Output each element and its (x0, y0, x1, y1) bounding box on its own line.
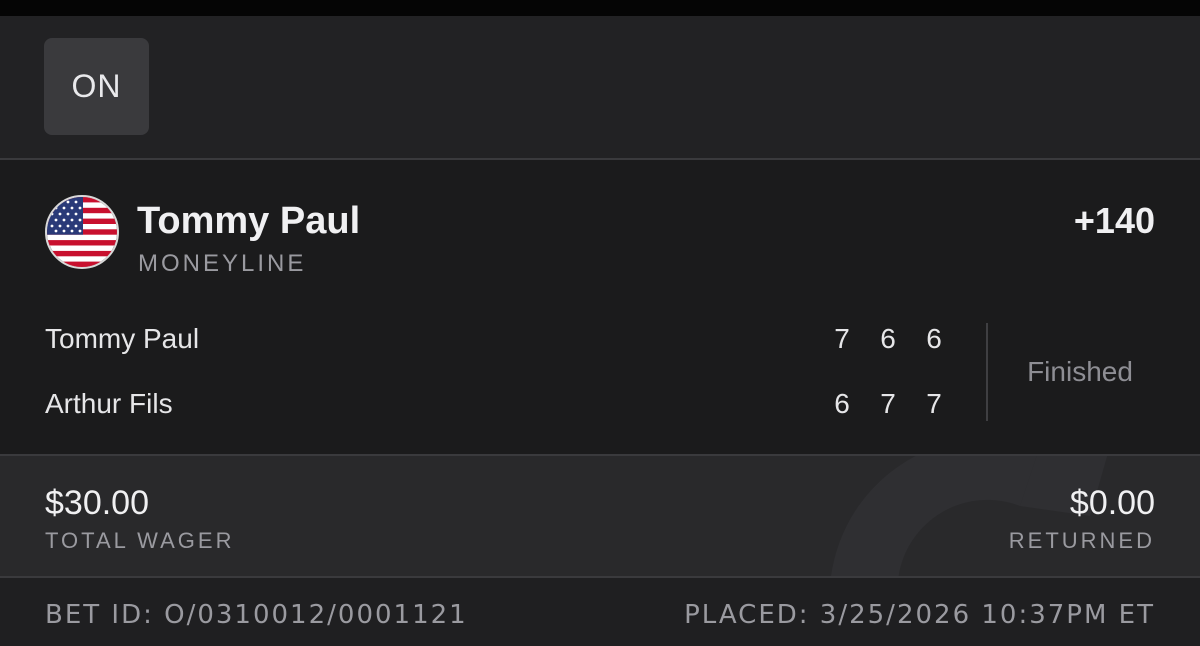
on-toggle-button[interactable]: ON (44, 38, 149, 135)
total-wager-label: TOTAL WAGER (45, 528, 235, 553)
odds-value: +140 (1073, 200, 1155, 241)
us-flag-icon (45, 195, 119, 269)
bet-id: BET ID: O/0310012/0001121 (45, 600, 468, 630)
scoreboard-player-1-name: Tommy Paul (45, 323, 200, 354)
bet-card: Tommy Paul MONEYLINE +140 Tommy Paul 7 6… (0, 160, 1200, 454)
player-2-set-1-score: 6 (834, 388, 850, 419)
placed-timestamp: PLACED: 3/25/2026 10:37PM ET (684, 600, 1155, 630)
player-1-set-3-score: 6 (926, 323, 942, 354)
returned-label: RETURNED (1008, 528, 1155, 553)
player-1-set-2-score: 6 (880, 323, 896, 354)
bet-footer: BET ID: O/0310012/0001121 PLACED: 3/25/2… (0, 578, 1200, 646)
score-divider (986, 323, 988, 421)
returned-amount: $0.00 (1069, 484, 1155, 522)
selection-player-name: Tommy Paul (137, 200, 361, 242)
wager-summary: $30.00 TOTAL WAGER $0.00 RETURNED (0, 456, 1200, 576)
market-type: MONEYLINE (138, 250, 307, 277)
player-2-set-2-score: 7 (880, 388, 896, 419)
bet-header: ON (0, 16, 1200, 158)
player-1-set-1-score: 7 (834, 323, 850, 354)
total-wager-amount: $30.00 (45, 484, 149, 522)
player-2-set-3-score: 7 (926, 388, 942, 419)
match-status: Finished (1027, 356, 1133, 387)
scoreboard-player-2-name: Arthur Fils (45, 388, 173, 419)
status-bar-strip (0, 0, 1200, 16)
